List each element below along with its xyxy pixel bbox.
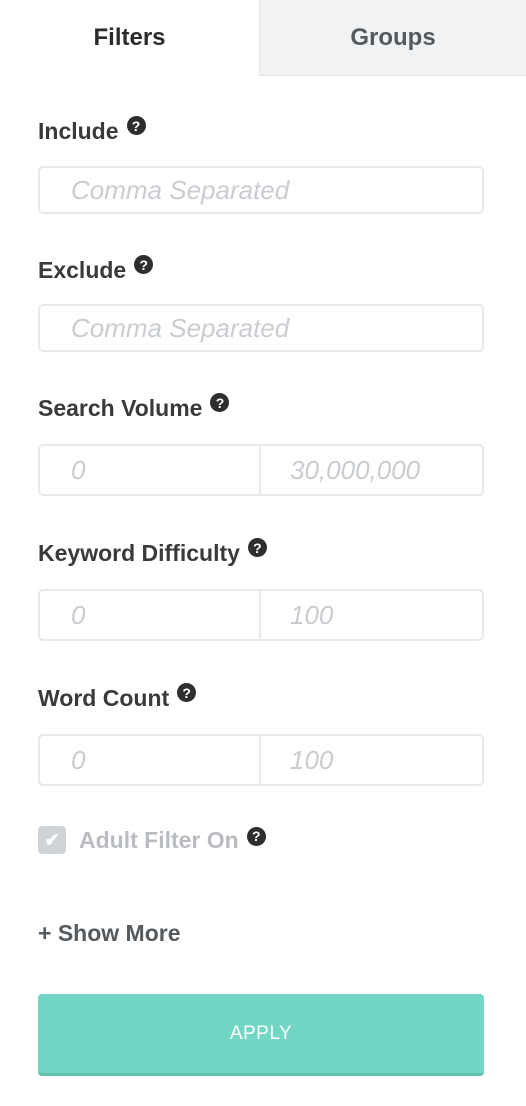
exclude-label-row: Exclude ? — [38, 255, 154, 284]
exclude-field — [38, 304, 484, 352]
keyword-difficulty-range — [38, 589, 526, 641]
include-field — [38, 166, 484, 214]
search-volume-min-input[interactable] — [40, 446, 261, 494]
word-count-range — [38, 734, 526, 786]
adult-filter-help-icon[interactable]: ? — [246, 826, 266, 846]
keyword-difficulty-help-icon[interactable]: ? — [247, 538, 267, 557]
apply-button[interactable]: APPLY — [38, 994, 484, 1076]
adult-filter-label: Adult Filter On — [79, 826, 239, 853]
word-count-label: Word Count — [38, 685, 170, 711]
keyword-difficulty-label: Keyword Difficulty — [38, 540, 240, 566]
word-count-label-row: Word Count ? — [38, 683, 197, 712]
include-label: Include — [38, 118, 119, 144]
keyword-difficulty-max-input[interactable] — [261, 591, 526, 639]
exclude-help-icon[interactable]: ? — [134, 255, 154, 274]
include-input[interactable] — [40, 168, 482, 212]
keyword-difficulty-min-input[interactable] — [40, 591, 261, 639]
search-volume-range — [38, 444, 526, 496]
keyword-difficulty-label-row: Keyword Difficulty ? — [38, 538, 267, 567]
word-count-min-input[interactable] — [40, 736, 261, 784]
word-count-max-input[interactable] — [261, 736, 526, 784]
search-volume-label-row: Search Volume ? — [38, 393, 230, 422]
include-help-icon[interactable]: ? — [126, 116, 146, 135]
include-label-row: Include ? — [38, 116, 146, 145]
tab-filters[interactable]: Filters — [0, 0, 259, 76]
tab-groups[interactable]: Groups — [259, 0, 526, 76]
word-count-help-icon[interactable]: ? — [177, 683, 197, 702]
filter-tabs: Filters Groups — [0, 0, 526, 76]
search-volume-label: Search Volume — [38, 395, 203, 421]
adult-filter-checkbox[interactable]: ✔ — [38, 826, 66, 854]
adult-filter-row: ✔ Adult Filter On ? — [38, 826, 266, 854]
search-volume-max-input[interactable] — [261, 446, 526, 494]
exclude-label: Exclude — [38, 257, 127, 283]
show-more-link[interactable]: + Show More — [38, 920, 181, 947]
exclude-input[interactable] — [40, 306, 482, 350]
search-volume-help-icon[interactable]: ? — [210, 393, 230, 412]
